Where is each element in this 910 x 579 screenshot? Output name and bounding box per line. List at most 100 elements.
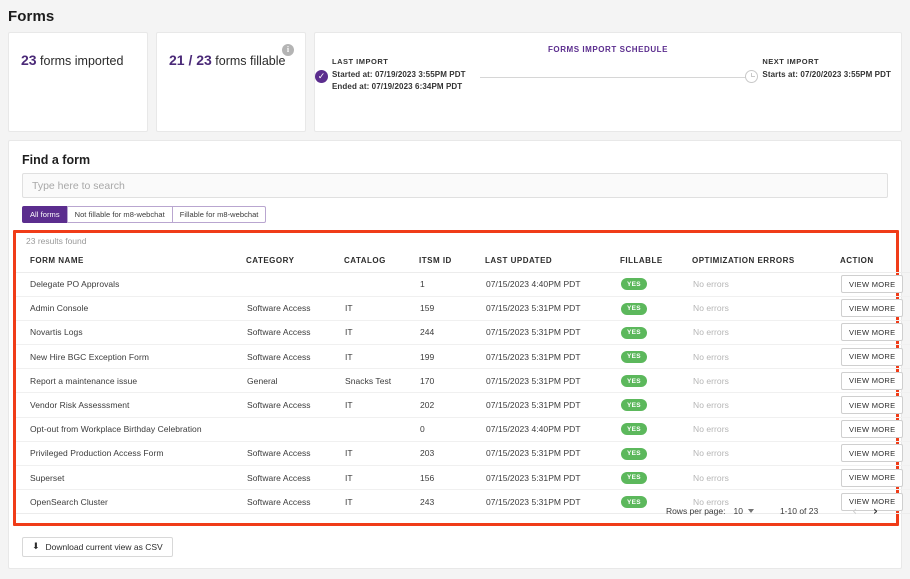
cell-itsm-id: 156 <box>419 465 485 491</box>
check-circle-icon: ✓ <box>315 70 328 83</box>
clock-icon <box>745 70 759 83</box>
cell-optimization-errors: No errors <box>692 344 840 370</box>
download-csv-button[interactable]: ⬇ Download current view as CSV <box>22 537 173 557</box>
cell-itsm-id: 244 <box>419 320 485 346</box>
no-errors-text: No errors <box>693 472 729 483</box>
cell-itsm-id: 199 <box>419 344 485 370</box>
cell-category: Software Access <box>246 344 344 370</box>
table-row: Superset Software Access IT 156 07/15/2023 5… <box>16 465 910 491</box>
view-more-button[interactable]: VIEW MORE <box>841 275 904 294</box>
table-row: New Hire BGC Exception Form Software Acce… <box>16 344 910 370</box>
no-errors-text: No errors <box>693 303 729 314</box>
cell-itsm-id: 159 <box>419 296 485 321</box>
next-import-starts: Starts at: 07/20/2023 3:55PM PDT <box>762 70 891 79</box>
forms-fillable-label: forms fillable <box>211 54 286 68</box>
col-last-updated: LAST UPDATED <box>485 250 620 273</box>
cell-fillable: YES <box>620 392 692 418</box>
table-header-row: FORM NAME CATEGORY CATALOG ITSM ID LAST … <box>16 250 910 273</box>
tab-all-forms[interactable]: All forms <box>22 206 67 223</box>
no-errors-text: No errors <box>693 351 729 362</box>
cell-last-updated: 07/15/2023 5:31PM PDT <box>485 441 620 467</box>
cell-form-name: Delegate PO Approvals <box>16 272 246 297</box>
stats-cards-row: 23 forms imported i 21 / 23 forms fillab… <box>8 32 902 132</box>
table-row: Novartis Logs Software Access IT 244 07/15/2… <box>16 320 910 346</box>
cell-category: Software Access <box>246 296 344 321</box>
col-action: ACTION <box>840 250 910 273</box>
forms-table-head: FORM NAME CATEGORY CATALOG ITSM ID LAST … <box>16 250 910 273</box>
forms-fillable-text: 21 / 23 forms fillable <box>169 52 293 70</box>
no-errors-text: No errors <box>693 400 729 411</box>
cell-category <box>246 272 344 297</box>
cell-fillable: YES <box>620 368 692 394</box>
cell-last-updated: 07/15/2023 5:31PM PDT <box>485 320 620 346</box>
download-icon: ⬇ <box>32 541 40 552</box>
view-more-button[interactable]: VIEW MORE <box>841 323 904 342</box>
status-badge: YES <box>621 375 647 388</box>
table-row: Report a maintenance issue General Snacks … <box>16 368 910 394</box>
view-more-button[interactable]: VIEW MORE <box>841 468 904 487</box>
find-a-form-title: Find a form <box>22 153 91 167</box>
cell-form-name: Vendor Risk Assesssment <box>16 392 246 418</box>
last-import-label: LAST IMPORT <box>332 57 389 66</box>
cell-itsm-id: 243 <box>419 489 485 515</box>
next-import-label: NEXT IMPORT <box>762 57 820 66</box>
cell-fillable: YES <box>620 441 692 467</box>
status-badge: YES <box>621 278 647 291</box>
no-errors-text: No errors <box>693 375 729 386</box>
cell-catalog: IT <box>344 465 419 491</box>
status-badge: YES <box>621 399 647 412</box>
rows-per-page-label: Rows per page: <box>665 506 726 516</box>
pagination: Rows per page: 10 1-10 of 23 ‹ › <box>666 505 886 517</box>
cell-form-name: Novartis Logs <box>16 320 246 346</box>
view-more-button[interactable]: VIEW MORE <box>841 347 904 366</box>
no-errors-text: No errors <box>693 327 729 338</box>
find-a-form-panel: Find a form All forms Not fillable for m… <box>8 140 910 569</box>
cell-form-name: Report a maintenance issue <box>16 368 246 394</box>
col-category: CATEGORY <box>246 250 344 273</box>
tab-fillable[interactable]: Fillable for m8-webchat <box>171 206 267 223</box>
pagination-range: 1-10 of 23 <box>779 506 819 516</box>
tab-not-fillable[interactable]: Not fillable for m8-webchat <box>66 206 172 223</box>
view-more-button[interactable]: VIEW MORE <box>841 444 904 463</box>
view-more-button[interactable]: VIEW MORE <box>841 299 904 318</box>
cell-catalog: IT <box>344 320 419 346</box>
cell-catalog: IT <box>344 296 419 321</box>
rows-per-page-value: 10 <box>733 506 743 516</box>
last-import-ended: Ended at: 07/19/2023 6:34PM PDT <box>332 81 463 91</box>
cell-catalog <box>344 417 419 442</box>
status-badge: YES <box>621 447 647 460</box>
view-more-button[interactable]: VIEW MORE <box>841 371 904 390</box>
cell-fillable: YES <box>620 296 692 321</box>
search-input[interactable] <box>22 173 888 198</box>
results-count: 23 results found <box>26 236 87 246</box>
forms-table-wrapper: FORM NAME CATEGORY CATALOG ITSM ID LAST … <box>16 250 910 515</box>
cell-itsm-id: 0 <box>419 417 485 442</box>
status-badge: YES <box>621 496 647 509</box>
cell-optimization-errors: No errors <box>692 320 840 346</box>
cell-category: General <box>246 368 344 394</box>
no-errors-text: No errors <box>693 279 729 290</box>
cell-catalog: IT <box>344 489 419 515</box>
table-row: Delegate PO Approvals 1 07/15/2023 4:40PM … <box>16 272 910 297</box>
cell-last-updated: 07/15/2023 4:40PM PDT <box>485 272 620 297</box>
cell-last-updated: 07/15/2023 5:31PM PDT <box>485 296 620 321</box>
status-badge: YES <box>621 423 647 436</box>
no-errors-text: No errors <box>693 448 729 459</box>
last-import-block: ✓ LAST IMPORT Started at: 07/19/2023 3:5… <box>315 57 466 92</box>
table-row: Privileged Production Access Form Softwar… <box>16 441 910 467</box>
results-annotation-box: 23 results found FORM NAME CATEGORY CATA… <box>13 230 910 526</box>
filter-tabs: All forms Not fillable for m8-webchat Fi… <box>22 206 267 223</box>
cell-action: VIEW MORE <box>840 441 910 467</box>
cell-form-name: OpenSearch Cluster <box>16 489 246 515</box>
cell-optimization-errors: No errors <box>692 296 840 321</box>
rows-per-page-select[interactable]: 10 <box>733 506 754 516</box>
chevron-right-icon[interactable]: › <box>865 505 886 517</box>
view-more-button[interactable]: VIEW MORE <box>841 396 904 415</box>
cell-optimization-errors: No errors <box>692 272 840 297</box>
card-forms-fillable: i 21 / 23 forms fillable <box>156 32 306 132</box>
chevron-left-icon[interactable]: ‹ <box>844 505 865 517</box>
cell-action: VIEW MORE <box>840 320 910 346</box>
view-more-button[interactable]: VIEW MORE <box>841 420 904 439</box>
table-row: Opt-out from Workplace Birthday Celebrat… <box>16 417 910 442</box>
forms-page: Forms 23 forms imported i 21 / 23 forms … <box>0 0 910 579</box>
